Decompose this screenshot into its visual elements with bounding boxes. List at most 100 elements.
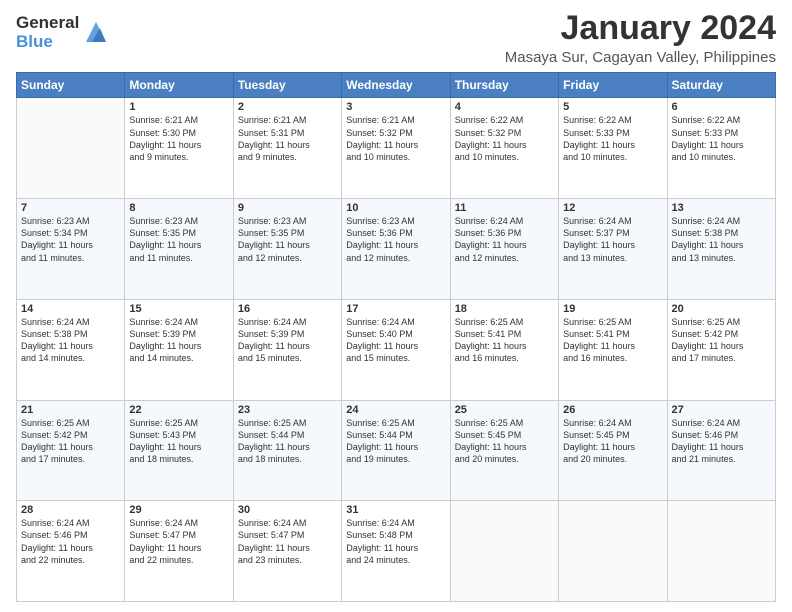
table-row: 8Sunrise: 6:23 AMSunset: 5:35 PMDaylight… xyxy=(125,199,233,300)
cell-info: Sunrise: 6:24 AMSunset: 5:39 PMDaylight:… xyxy=(129,316,228,365)
day-number: 13 xyxy=(672,202,771,214)
table-row xyxy=(450,501,558,602)
table-row: 27Sunrise: 6:24 AMSunset: 5:46 PMDayligh… xyxy=(667,400,775,501)
cell-info: Sunrise: 6:24 AMSunset: 5:37 PMDaylight:… xyxy=(563,215,662,264)
day-number: 2 xyxy=(238,101,337,113)
logo: General Blue xyxy=(16,14,110,51)
table-row: 15Sunrise: 6:24 AMSunset: 5:39 PMDayligh… xyxy=(125,299,233,400)
table-row: 5Sunrise: 6:22 AMSunset: 5:33 PMDaylight… xyxy=(559,98,667,199)
day-number: 26 xyxy=(563,404,662,416)
table-row: 4Sunrise: 6:22 AMSunset: 5:32 PMDaylight… xyxy=(450,98,558,199)
logo-icon xyxy=(82,18,110,46)
col-tuesday: Tuesday xyxy=(233,73,341,98)
table-row: 17Sunrise: 6:24 AMSunset: 5:40 PMDayligh… xyxy=(342,299,450,400)
day-number: 10 xyxy=(346,202,445,214)
header: General Blue January 2024 Masaya Sur, Ca… xyxy=(16,10,776,66)
table-row: 1Sunrise: 6:21 AMSunset: 5:30 PMDaylight… xyxy=(125,98,233,199)
day-number: 3 xyxy=(346,101,445,113)
day-number: 29 xyxy=(129,504,228,516)
cell-info: Sunrise: 6:25 AMSunset: 5:43 PMDaylight:… xyxy=(129,417,228,466)
day-number: 31 xyxy=(346,504,445,516)
cell-info: Sunrise: 6:22 AMSunset: 5:33 PMDaylight:… xyxy=(563,114,662,163)
cell-info: Sunrise: 6:23 AMSunset: 5:34 PMDaylight:… xyxy=(21,215,120,264)
table-row: 14Sunrise: 6:24 AMSunset: 5:38 PMDayligh… xyxy=(17,299,125,400)
cell-info: Sunrise: 6:24 AMSunset: 5:45 PMDaylight:… xyxy=(563,417,662,466)
day-number: 9 xyxy=(238,202,337,214)
cell-info: Sunrise: 6:24 AMSunset: 5:46 PMDaylight:… xyxy=(672,417,771,466)
col-sunday: Sunday xyxy=(17,73,125,98)
table-row: 3Sunrise: 6:21 AMSunset: 5:32 PMDaylight… xyxy=(342,98,450,199)
logo-general: General xyxy=(16,14,79,33)
table-row xyxy=(667,501,775,602)
logo-text: General Blue xyxy=(16,14,79,51)
day-number: 27 xyxy=(672,404,771,416)
col-thursday: Thursday xyxy=(450,73,558,98)
day-number: 12 xyxy=(563,202,662,214)
day-number: 19 xyxy=(563,303,662,315)
cell-info: Sunrise: 6:25 AMSunset: 5:41 PMDaylight:… xyxy=(563,316,662,365)
table-row: 20Sunrise: 6:25 AMSunset: 5:42 PMDayligh… xyxy=(667,299,775,400)
cell-info: Sunrise: 6:25 AMSunset: 5:42 PMDaylight:… xyxy=(21,417,120,466)
table-row: 24Sunrise: 6:25 AMSunset: 5:44 PMDayligh… xyxy=(342,400,450,501)
day-number: 7 xyxy=(21,202,120,214)
col-monday: Monday xyxy=(125,73,233,98)
table-row xyxy=(559,501,667,602)
table-row: 28Sunrise: 6:24 AMSunset: 5:46 PMDayligh… xyxy=(17,501,125,602)
calendar-table: Sunday Monday Tuesday Wednesday Thursday… xyxy=(16,72,776,602)
col-friday: Friday xyxy=(559,73,667,98)
calendar-week-row: 7Sunrise: 6:23 AMSunset: 5:34 PMDaylight… xyxy=(17,199,776,300)
day-number: 25 xyxy=(455,404,554,416)
calendar-week-row: 28Sunrise: 6:24 AMSunset: 5:46 PMDayligh… xyxy=(17,501,776,602)
calendar-week-row: 1Sunrise: 6:21 AMSunset: 5:30 PMDaylight… xyxy=(17,98,776,199)
day-number: 15 xyxy=(129,303,228,315)
table-row: 10Sunrise: 6:23 AMSunset: 5:36 PMDayligh… xyxy=(342,199,450,300)
cell-info: Sunrise: 6:21 AMSunset: 5:31 PMDaylight:… xyxy=(238,114,337,163)
table-row: 12Sunrise: 6:24 AMSunset: 5:37 PMDayligh… xyxy=(559,199,667,300)
cell-info: Sunrise: 6:23 AMSunset: 5:35 PMDaylight:… xyxy=(238,215,337,264)
day-number: 16 xyxy=(238,303,337,315)
cell-info: Sunrise: 6:24 AMSunset: 5:40 PMDaylight:… xyxy=(346,316,445,365)
table-row: 21Sunrise: 6:25 AMSunset: 5:42 PMDayligh… xyxy=(17,400,125,501)
table-row: 18Sunrise: 6:25 AMSunset: 5:41 PMDayligh… xyxy=(450,299,558,400)
cell-info: Sunrise: 6:24 AMSunset: 5:38 PMDaylight:… xyxy=(672,215,771,264)
cell-info: Sunrise: 6:25 AMSunset: 5:41 PMDaylight:… xyxy=(455,316,554,365)
cell-info: Sunrise: 6:25 AMSunset: 5:44 PMDaylight:… xyxy=(238,417,337,466)
table-row: 31Sunrise: 6:24 AMSunset: 5:48 PMDayligh… xyxy=(342,501,450,602)
table-row: 25Sunrise: 6:25 AMSunset: 5:45 PMDayligh… xyxy=(450,400,558,501)
cell-info: Sunrise: 6:24 AMSunset: 5:38 PMDaylight:… xyxy=(21,316,120,365)
table-row: 6Sunrise: 6:22 AMSunset: 5:33 PMDaylight… xyxy=(667,98,775,199)
table-row: 30Sunrise: 6:24 AMSunset: 5:47 PMDayligh… xyxy=(233,501,341,602)
day-number: 14 xyxy=(21,303,120,315)
col-wednesday: Wednesday xyxy=(342,73,450,98)
table-row: 13Sunrise: 6:24 AMSunset: 5:38 PMDayligh… xyxy=(667,199,775,300)
day-number: 11 xyxy=(455,202,554,214)
day-number: 1 xyxy=(129,101,228,113)
cell-info: Sunrise: 6:24 AMSunset: 5:36 PMDaylight:… xyxy=(455,215,554,264)
day-number: 20 xyxy=(672,303,771,315)
table-row: 16Sunrise: 6:24 AMSunset: 5:39 PMDayligh… xyxy=(233,299,341,400)
day-number: 17 xyxy=(346,303,445,315)
day-number: 6 xyxy=(672,101,771,113)
page: General Blue January 2024 Masaya Sur, Ca… xyxy=(0,0,792,612)
day-number: 23 xyxy=(238,404,337,416)
subtitle: Masaya Sur, Cagayan Valley, Philippines xyxy=(505,49,776,66)
cell-info: Sunrise: 6:22 AMSunset: 5:32 PMDaylight:… xyxy=(455,114,554,163)
cell-info: Sunrise: 6:21 AMSunset: 5:30 PMDaylight:… xyxy=(129,114,228,163)
table-row: 19Sunrise: 6:25 AMSunset: 5:41 PMDayligh… xyxy=(559,299,667,400)
day-number: 21 xyxy=(21,404,120,416)
table-row: 7Sunrise: 6:23 AMSunset: 5:34 PMDaylight… xyxy=(17,199,125,300)
day-number: 5 xyxy=(563,101,662,113)
day-number: 4 xyxy=(455,101,554,113)
table-row: 9Sunrise: 6:23 AMSunset: 5:35 PMDaylight… xyxy=(233,199,341,300)
table-row xyxy=(17,98,125,199)
cell-info: Sunrise: 6:21 AMSunset: 5:32 PMDaylight:… xyxy=(346,114,445,163)
day-number: 30 xyxy=(238,504,337,516)
cell-info: Sunrise: 6:24 AMSunset: 5:48 PMDaylight:… xyxy=(346,517,445,566)
calendar-week-row: 14Sunrise: 6:24 AMSunset: 5:38 PMDayligh… xyxy=(17,299,776,400)
day-number: 22 xyxy=(129,404,228,416)
calendar-week-row: 21Sunrise: 6:25 AMSunset: 5:42 PMDayligh… xyxy=(17,400,776,501)
cell-info: Sunrise: 6:23 AMSunset: 5:36 PMDaylight:… xyxy=(346,215,445,264)
table-row: 11Sunrise: 6:24 AMSunset: 5:36 PMDayligh… xyxy=(450,199,558,300)
calendar-header-row: Sunday Monday Tuesday Wednesday Thursday… xyxy=(17,73,776,98)
table-row: 22Sunrise: 6:25 AMSunset: 5:43 PMDayligh… xyxy=(125,400,233,501)
